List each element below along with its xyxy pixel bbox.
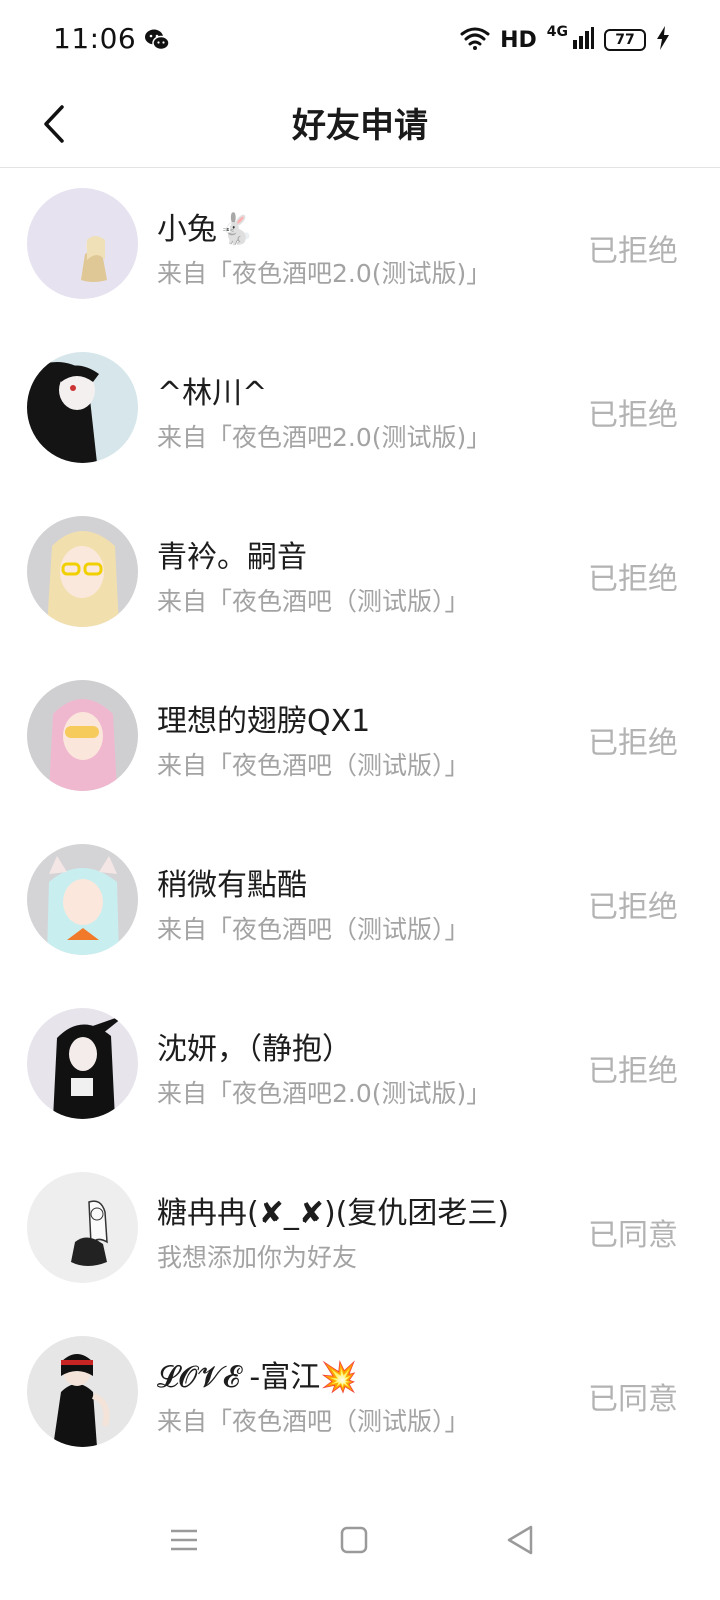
page-title: 好友申请 bbox=[292, 106, 428, 146]
hd-indicator: HD bbox=[500, 27, 537, 53]
request-status: 已同意 bbox=[588, 1382, 678, 1417]
request-status: 已拒绝 bbox=[588, 726, 678, 761]
request-source: 我想添加你为好友 bbox=[157, 1243, 358, 1272]
avatar bbox=[27, 516, 138, 627]
friend-request-item[interactable]: 理想的翅膀QX1 来自「夜色酒吧（测试版）」 已拒绝 bbox=[0, 662, 720, 826]
avatar bbox=[27, 352, 138, 463]
request-name: 沈妍，（静抱） bbox=[157, 1032, 352, 1067]
avatar bbox=[27, 1008, 138, 1119]
friend-request-item[interactable]: 沈妍，（静抱） 来自「夜色酒吧2.0(测试版)」 已拒绝 bbox=[0, 990, 720, 1154]
avatar bbox=[27, 844, 138, 955]
status-time: 11:06 bbox=[53, 22, 137, 55]
friend-request-list: 小兔🐇 来自「夜色酒吧2.0(测试版)」 已拒绝 ^林川^ 来自「夜色酒吧2.0… bbox=[0, 170, 720, 1482]
request-status: 已拒绝 bbox=[588, 562, 678, 597]
request-name: 青衿。嗣音 bbox=[157, 540, 307, 575]
friend-request-item[interactable]: 糖冉冉(✘_✘)(复仇团老三) 我想添加你为好友 已同意 bbox=[0, 1154, 720, 1318]
header: 好友申请 bbox=[0, 80, 720, 168]
friend-request-item[interactable]: ^林川^ 来自「夜色酒吧2.0(测试版)」 已拒绝 bbox=[0, 334, 720, 498]
request-status: 已拒绝 bbox=[588, 234, 678, 269]
request-source: 来自「夜色酒吧（测试版）」 bbox=[157, 751, 470, 780]
request-source: 来自「夜色酒吧（测试版）」 bbox=[157, 915, 470, 944]
nav-back-button[interactable] bbox=[496, 1516, 544, 1564]
request-source: 来自「夜色酒吧（测试版）」 bbox=[157, 587, 470, 616]
charging-icon bbox=[656, 26, 670, 54]
battery-icon: 77 bbox=[604, 29, 646, 51]
request-status: 已拒绝 bbox=[588, 1054, 678, 1089]
request-name: 小兔🐇 bbox=[157, 212, 255, 247]
request-name: 稍微有點酷 bbox=[157, 868, 307, 903]
status-bar: 11:06 HD 4G 77 bbox=[0, 0, 720, 80]
network-type: 4G bbox=[546, 24, 568, 40]
wifi-icon bbox=[460, 26, 490, 54]
back-triangle-icon bbox=[507, 1525, 533, 1555]
signal-icon bbox=[572, 26, 594, 54]
avatar bbox=[27, 1172, 138, 1283]
request-source: 来自「夜色酒吧（测试版）」 bbox=[157, 1407, 470, 1436]
request-source: 来自「夜色酒吧2.0(测试版)」 bbox=[157, 259, 492, 288]
avatar bbox=[27, 188, 138, 299]
system-nav-bar bbox=[0, 1480, 720, 1600]
friend-request-item[interactable]: 稍微有點酷 来自「夜色酒吧（测试版）」 已拒绝 bbox=[0, 826, 720, 990]
friend-request-item[interactable]: 青衿。嗣音 来自「夜色酒吧（测试版）」 已拒绝 bbox=[0, 498, 720, 662]
request-status: 已拒绝 bbox=[588, 398, 678, 433]
nav-menu-button[interactable] bbox=[160, 1516, 208, 1564]
menu-icon bbox=[171, 1529, 197, 1551]
battery-level: 77 bbox=[615, 32, 635, 48]
friend-request-item[interactable]: 小兔🐇 来自「夜色酒吧2.0(测试版)」 已拒绝 bbox=[0, 170, 720, 334]
friend-request-item[interactable]: 𝓛𝓞𝓥𝓔 -富江💥 来自「夜色酒吧（测试版）」 已同意 bbox=[0, 1318, 720, 1482]
request-name: 理想的翅膀QX1 bbox=[157, 704, 371, 739]
request-name: 𝓛𝓞𝓥𝓔 -富江💥 bbox=[157, 1360, 358, 1395]
nav-home-button[interactable] bbox=[330, 1516, 378, 1564]
request-status: 已同意 bbox=[588, 1218, 678, 1253]
request-name: 糖冉冉(✘_✘)(复仇团老三) bbox=[157, 1196, 510, 1231]
avatar bbox=[27, 680, 138, 791]
request-source: 来自「夜色酒吧2.0(测试版)」 bbox=[157, 423, 492, 452]
request-source: 来自「夜色酒吧2.0(测试版)」 bbox=[157, 1079, 492, 1108]
request-name: ^林川^ bbox=[157, 376, 268, 411]
avatar bbox=[27, 1336, 138, 1447]
request-status: 已拒绝 bbox=[588, 890, 678, 925]
home-square-icon bbox=[340, 1526, 368, 1554]
wechat-icon bbox=[144, 28, 170, 52]
